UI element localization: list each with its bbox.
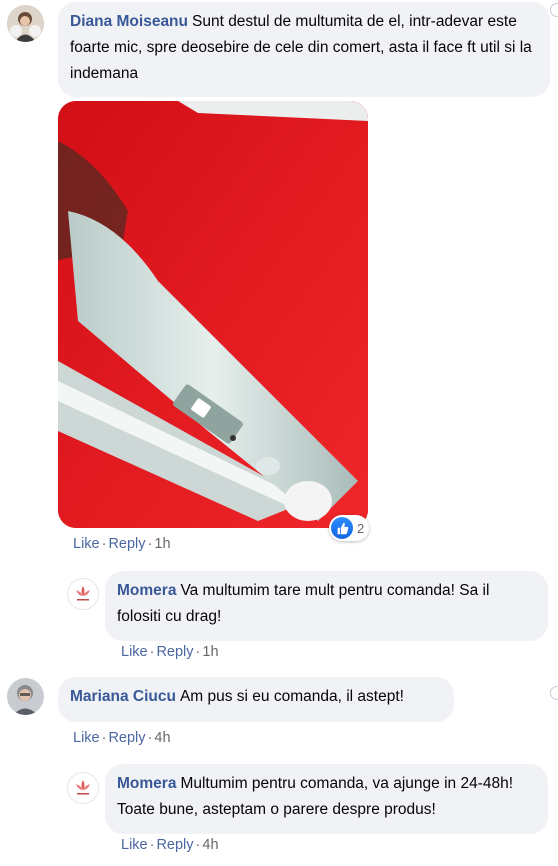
comment-author[interactable]: Momera <box>117 582 176 599</box>
comment-actions: Like · Reply · 4h <box>73 730 171 746</box>
separator-dot: · <box>149 837 155 853</box>
avatar-momera[interactable] <box>67 578 99 610</box>
comment-text: Am pus si eu comanda, il astept! <box>179 688 404 705</box>
reply-link[interactable]: Reply <box>156 837 193 853</box>
like-link[interactable]: Like <box>121 837 148 853</box>
separator-dot: · <box>147 730 153 746</box>
timestamp[interactable]: 4h <box>154 730 170 746</box>
separator-dot: · <box>149 644 155 660</box>
separator-dot: · <box>101 536 107 552</box>
timestamp[interactable]: 1h <box>202 644 218 660</box>
reaction-count: 2 <box>357 520 365 536</box>
avatar-diana[interactable] <box>7 5 44 42</box>
like-link[interactable]: Like <box>73 536 100 552</box>
attached-photo[interactable] <box>58 101 368 528</box>
comment-bubble-diana: Diana Moiseanu Sunt destul de multumita d… <box>58 2 550 97</box>
like-reaction-icon <box>331 517 353 539</box>
reply-link[interactable]: Reply <box>108 536 145 552</box>
comment-actions: Like · Reply · 1h <box>121 644 219 660</box>
comment-bubble-mariana: Mariana Ciucu Am pus si eu comanda, il as… <box>58 677 454 722</box>
comment-actions: Like · Reply · 4h <box>121 837 219 853</box>
comment-options-icon[interactable] <box>550 3 558 17</box>
separator-dot: · <box>147 536 153 552</box>
reply-bubble-momera: Momera Multumim pentru comanda, va ajunge… <box>105 764 548 834</box>
like-link[interactable]: Like <box>73 730 100 746</box>
comment-text: Multumim pentru comanda, va ajunge in 24… <box>117 775 514 818</box>
separator-dot: · <box>195 644 201 660</box>
reply-link[interactable]: Reply <box>156 644 193 660</box>
comment-actions: Like · Reply · 1h <box>73 536 171 552</box>
comment-author[interactable]: Mariana Ciucu <box>70 688 176 705</box>
timestamp[interactable]: 1h <box>154 536 170 552</box>
comment-author[interactable]: Momera <box>117 775 176 792</box>
reply-bubble-momera: Momera Va multumim tare mult pentru coman… <box>105 571 548 641</box>
comment-options-icon[interactable] <box>550 686 558 700</box>
like-link[interactable]: Like <box>121 644 148 660</box>
separator-dot: · <box>101 730 107 746</box>
timestamp[interactable]: 4h <box>202 837 218 853</box>
reply-link[interactable]: Reply <box>108 730 145 746</box>
avatar-momera[interactable] <box>67 772 99 804</box>
comment-author[interactable]: Diana Moiseanu <box>70 13 188 30</box>
reaction-summary[interactable]: 2 <box>329 515 369 541</box>
separator-dot: · <box>195 837 201 853</box>
avatar-mariana[interactable] <box>7 678 44 715</box>
